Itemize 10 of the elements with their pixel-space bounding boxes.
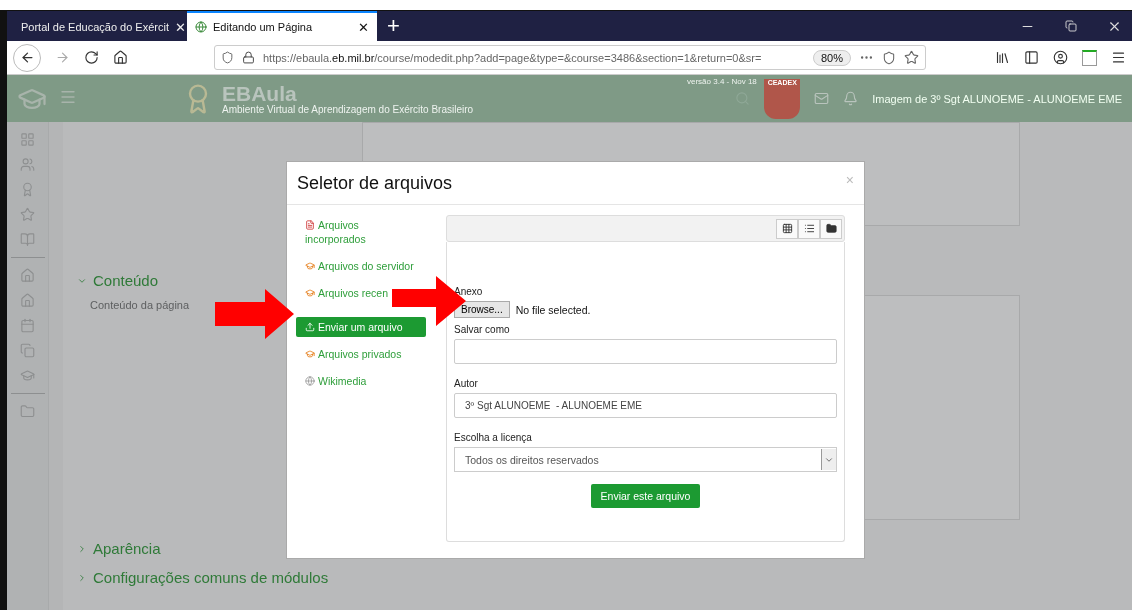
version-text: versão 3.4 - Nov 18: [687, 77, 757, 86]
field-label: Autor: [454, 378, 479, 389]
site-subtitle: Ambiente Virtual de Aprendizagem do Exército Brasileiro: [222, 103, 474, 115]
field-label: Conteúdo da página: [89, 299, 190, 311]
field-label: Anexo: [454, 286, 484, 297]
field-label: Escolha a licença: [454, 432, 533, 443]
file-status: No file selected.: [515, 303, 591, 316]
site-title: EBAula: [222, 82, 298, 104]
field-label: Salvar como: [454, 324, 511, 335]
dialog-title: Seletor de arquivos: [297, 172, 453, 194]
